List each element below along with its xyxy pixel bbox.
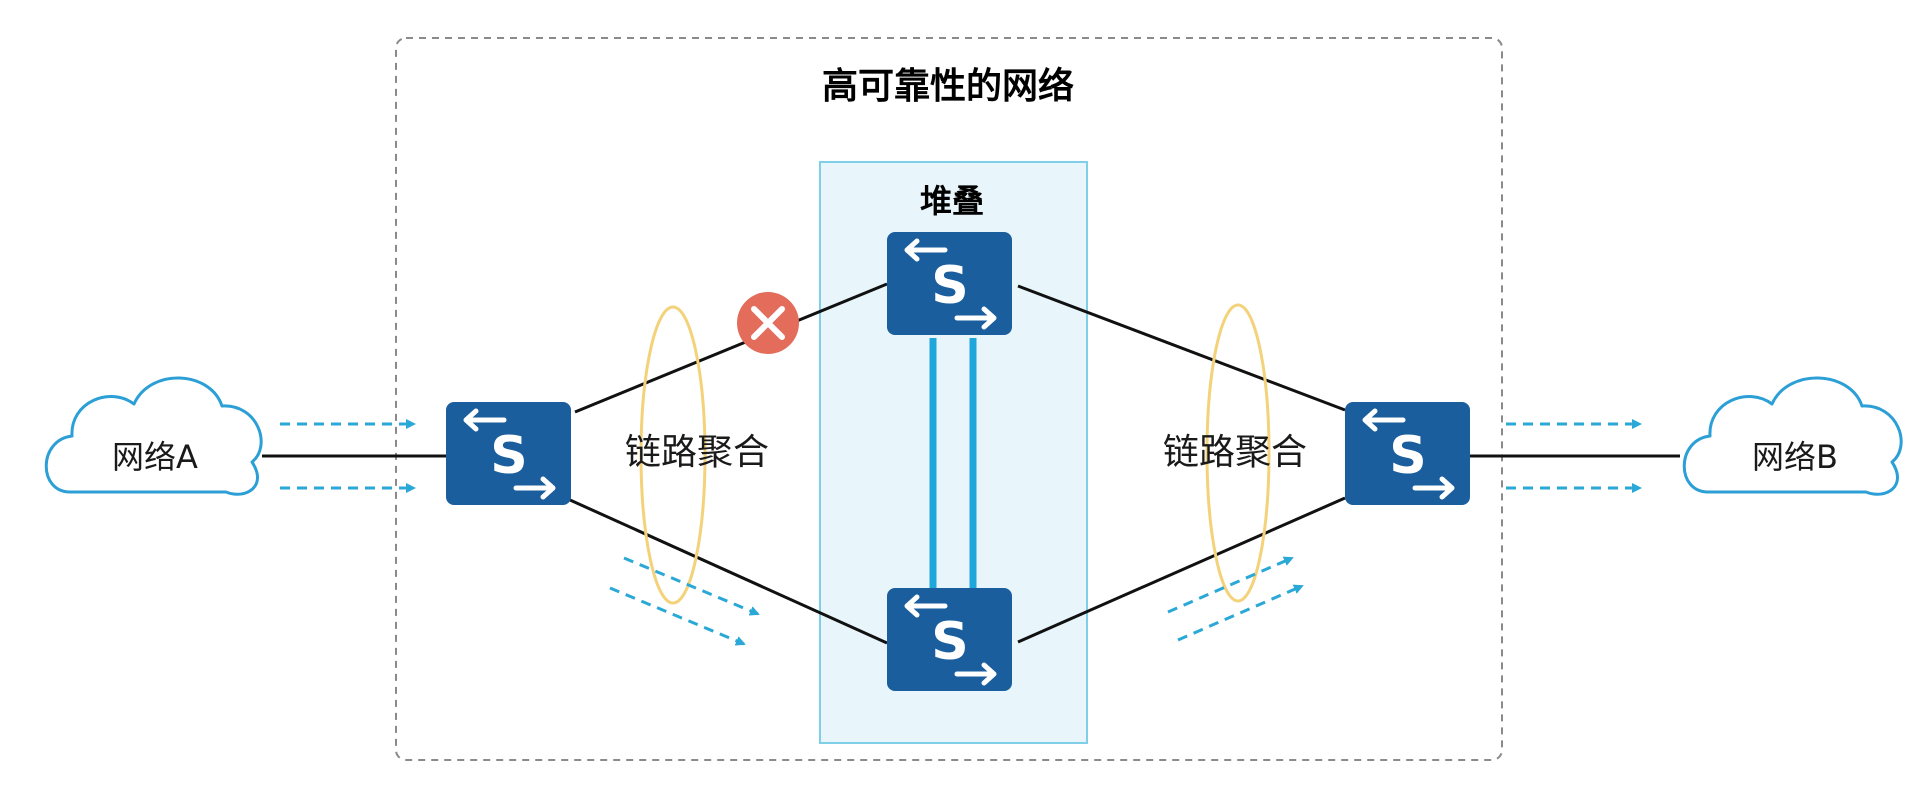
dashed-arrow-icon <box>1167 556 1294 614</box>
link-failure-icon <box>737 292 799 354</box>
dashed-arrow-icon <box>1177 584 1304 642</box>
diagram-title: 高可靠性的网络 <box>822 65 1074 107</box>
switch-letter: S <box>931 256 968 316</box>
stack-switch-top[interactable]: S <box>887 232 1012 335</box>
link-aggregation-label-right: 链路聚合 <box>1163 432 1307 473</box>
network-a-label: 网络A <box>112 438 198 476</box>
access-switch-left[interactable]: S <box>446 402 571 505</box>
dashed-arrow-icon <box>609 586 746 646</box>
link-aggregation-label-left: 链路聚合 <box>625 432 769 473</box>
network-b-cloud[interactable]: 网络B <box>1682 376 1903 496</box>
network-b-label: 网络B <box>1752 438 1838 476</box>
dashed-arrow-icon <box>623 556 760 616</box>
network-a-cloud[interactable]: 网络A <box>44 376 263 496</box>
cloud-icon <box>1682 376 1903 496</box>
traffic-flow-left-aggregation <box>609 556 760 646</box>
switch-letter: S <box>931 612 968 672</box>
cloud-icon <box>44 376 263 496</box>
stack-switch-bottom[interactable]: S <box>887 588 1012 691</box>
switch-letter: S <box>1389 426 1426 486</box>
switch-letter: S <box>490 426 527 486</box>
access-switch-right[interactable]: S <box>1345 402 1470 505</box>
diagram-canvas: 高可靠性的网络 堆叠 链路聚合 链路聚合 S S S S 网络A 网络B <box>44 37 1903 761</box>
stack-label: 堆叠 <box>920 182 984 220</box>
